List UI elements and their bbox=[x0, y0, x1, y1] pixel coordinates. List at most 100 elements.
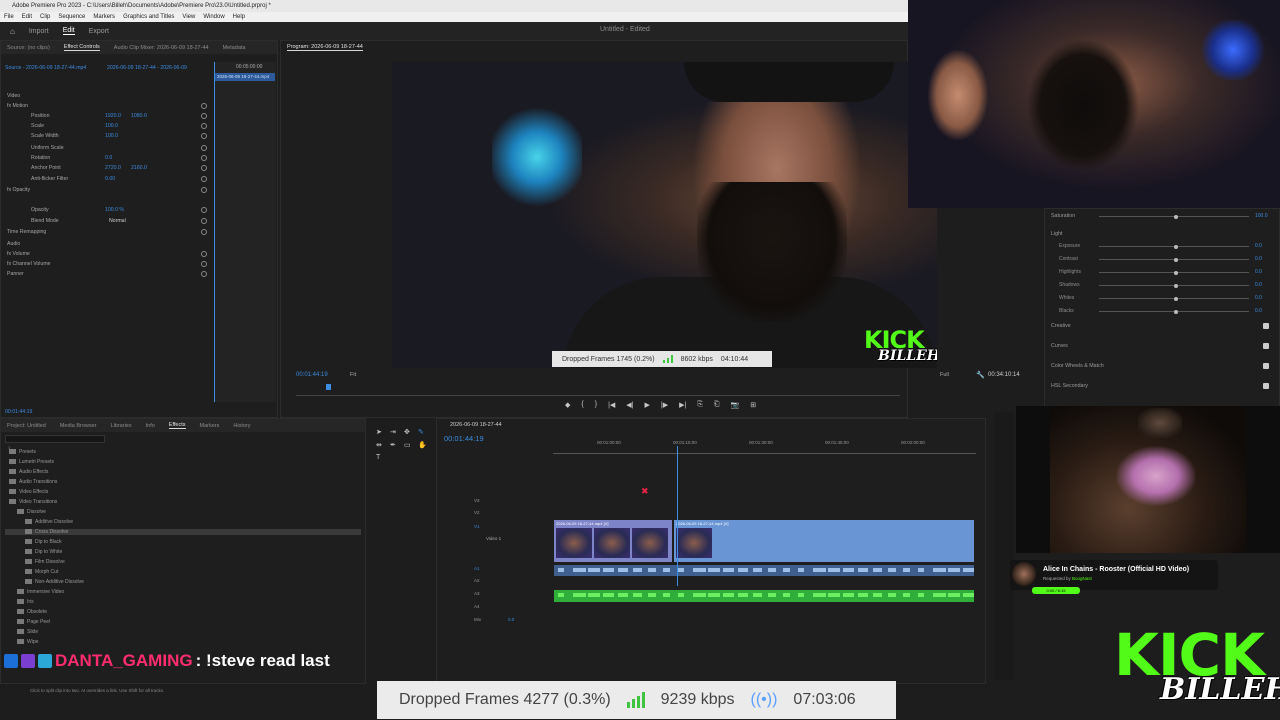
effects-tree-item[interactable]: Page Peel bbox=[17, 619, 50, 625]
effect-value[interactable]: Normal bbox=[109, 218, 126, 224]
effects-tree-item[interactable]: Lumetri Presets bbox=[9, 459, 54, 465]
slider-knob[interactable] bbox=[1174, 270, 1178, 275]
timeline-playhead[interactable] bbox=[677, 446, 678, 586]
effects-tree-item[interactable]: Audio Transitions bbox=[9, 479, 57, 485]
effect-value[interactable]: 2720.0 bbox=[105, 165, 121, 171]
effect-value[interactable]: 0.0 bbox=[105, 155, 112, 161]
project-tab[interactable]: Effects bbox=[168, 422, 186, 429]
lumetri-slider-value[interactable]: 0.0 bbox=[1255, 282, 1262, 288]
reset-icon[interactable] bbox=[201, 133, 207, 139]
lumetri-group[interactable]: Color Wheels & Match bbox=[1051, 363, 1104, 369]
audio-clip-a3[interactable] bbox=[554, 590, 974, 602]
menu-item[interactable]: File bbox=[4, 12, 14, 22]
reset-icon[interactable] bbox=[201, 145, 207, 151]
video-clip-b[interactable]: 2026-06-09 18-27-44.mp4 [V] bbox=[674, 520, 974, 562]
mix-value[interactable]: 0.0 bbox=[508, 617, 514, 622]
effects-tree-item[interactable]: Iris bbox=[17, 599, 34, 605]
effects-tree-item[interactable]: Dissolve bbox=[17, 509, 46, 515]
track-header[interactable]: A3 bbox=[440, 591, 552, 603]
effects-tree-item[interactable]: Immersive Video bbox=[17, 589, 64, 595]
effect-value[interactable]: 100.0 bbox=[105, 123, 118, 129]
effects-tree-item[interactable]: Dip to Black bbox=[25, 539, 62, 545]
resolution-dropdown[interactable]: Full bbox=[940, 372, 949, 378]
transport-button[interactable]: ⊞ bbox=[750, 401, 756, 409]
pen-tool-icon[interactable]: ✒ bbox=[390, 441, 396, 449]
tab-source[interactable]: Source: (no clips) bbox=[7, 45, 50, 51]
checkbox-icon[interactable] bbox=[1263, 343, 1269, 349]
slider-knob[interactable] bbox=[1174, 296, 1178, 301]
lumetri-group[interactable]: Creative bbox=[1051, 323, 1071, 329]
audio-clip-a1[interactable] bbox=[554, 565, 974, 576]
effect-controls-timeline[interactable] bbox=[214, 62, 276, 402]
track-select-icon[interactable]: ⇥ bbox=[390, 428, 396, 436]
razor-tool-icon[interactable]: ✎ bbox=[418, 428, 424, 436]
reset-icon[interactable] bbox=[201, 155, 207, 161]
checkbox-icon[interactable] bbox=[1263, 383, 1269, 389]
lumetri-slider[interactable] bbox=[1099, 244, 1249, 249]
lumetri-group[interactable]: Curves bbox=[1051, 343, 1068, 349]
effect-value[interactable]: 1080.0 bbox=[131, 113, 147, 119]
effects-tree-item[interactable]: Morph Cut bbox=[25, 569, 58, 575]
workspace-edit[interactable]: Edit bbox=[62, 27, 75, 35]
home-icon[interactable]: ⌂ bbox=[10, 27, 15, 36]
effect-value[interactable]: 2160.0 bbox=[131, 165, 147, 171]
lumetri-slider-value[interactable]: 0.0 bbox=[1255, 295, 1262, 301]
slider-knob[interactable] bbox=[1174, 214, 1178, 219]
effects-tree-item[interactable]: Obsolete bbox=[17, 609, 47, 615]
ec-timeline-clip[interactable]: 2026-06-09 18-27-44.mp4 bbox=[215, 73, 275, 81]
reset-icon[interactable] bbox=[201, 271, 207, 277]
project-tab[interactable]: History bbox=[233, 423, 250, 429]
clip-label[interactable]: 2026-06-09 18-27-44 - 2026-06-09 bbox=[107, 65, 187, 71]
effects-tree-item[interactable]: Film Dissolve bbox=[25, 559, 65, 565]
reset-icon[interactable] bbox=[201, 218, 207, 224]
type-tool-icon[interactable]: T bbox=[376, 454, 380, 461]
effects-tree-item[interactable]: Additive Dissolve bbox=[25, 519, 73, 525]
timeline-timecode[interactable]: 00:01:44:19 bbox=[444, 434, 484, 443]
effects-tree-item[interactable]: Dip to White bbox=[25, 549, 62, 555]
wrench-icon[interactable]: 🔧 bbox=[976, 371, 985, 379]
transport-button[interactable]: 📷 bbox=[731, 401, 740, 409]
effects-tree-item[interactable]: Video Transitions bbox=[9, 499, 57, 505]
effects-tree-item[interactable]: Audio Effects bbox=[9, 469, 48, 475]
transport-button[interactable]: |▶ bbox=[661, 401, 668, 409]
lumetri-group[interactable]: HSL Secondary bbox=[1051, 383, 1088, 389]
menu-item[interactable]: Clip bbox=[40, 12, 50, 22]
ripple-edit-icon[interactable]: ✥ bbox=[404, 428, 410, 436]
menu-item[interactable]: Edit bbox=[22, 12, 32, 22]
transport-button[interactable]: ◆ bbox=[565, 401, 570, 409]
menu-item[interactable]: Markers bbox=[93, 12, 115, 22]
marker-icon[interactable]: ✖ bbox=[641, 486, 649, 497]
lumetri-slider[interactable] bbox=[1099, 296, 1249, 301]
tab-audio-clip-mixer[interactable]: Audio Clip Mixer: 2026-06-09 18-27-44 bbox=[114, 45, 209, 51]
transport-button[interactable]: |◀ bbox=[608, 401, 615, 409]
program-timecode[interactable]: 00:01:44:19 bbox=[296, 372, 328, 378]
program-scrub-bar[interactable] bbox=[296, 384, 900, 396]
saturation-slider[interactable] bbox=[1099, 214, 1249, 219]
track-header[interactable]: A4 bbox=[440, 604, 552, 616]
effects-tree-item[interactable]: Slide bbox=[17, 629, 38, 635]
track-header[interactable]: A2 bbox=[440, 578, 552, 590]
video-clip-a[interactable]: 2026-06-09 18-27-44.mp4 [V] bbox=[554, 520, 672, 562]
project-tab[interactable]: Media Browser bbox=[60, 423, 97, 429]
menu-item[interactable]: Window bbox=[203, 12, 224, 22]
effects-search-input[interactable]: ⌕ bbox=[5, 435, 105, 451]
lumetri-slider-value[interactable]: 0.0 bbox=[1255, 308, 1262, 314]
transport-button[interactable]: ⎘ bbox=[697, 401, 703, 409]
slider-knob[interactable] bbox=[1174, 283, 1178, 288]
tab-metadata[interactable]: Metadata bbox=[223, 45, 246, 51]
sequence-tab[interactable]: 2026-06-09 18-27-44 bbox=[450, 422, 502, 428]
reset-icon[interactable] bbox=[201, 261, 207, 267]
menu-item[interactable]: Sequence bbox=[58, 12, 85, 22]
reset-icon[interactable] bbox=[201, 113, 207, 119]
track-header[interactable]: V3 bbox=[440, 498, 552, 510]
effects-tree-item[interactable]: Wipe bbox=[17, 639, 38, 645]
track-header[interactable]: Mix bbox=[440, 617, 552, 629]
project-tab[interactable]: Info bbox=[146, 423, 155, 429]
saturation-value[interactable]: 100.0 bbox=[1255, 213, 1268, 219]
transport-button[interactable]: ⎗ bbox=[714, 401, 720, 409]
effect-value[interactable]: 100.0 % bbox=[105, 207, 124, 213]
transport-button[interactable]: ◀| bbox=[626, 401, 633, 409]
project-tab[interactable]: Libraries bbox=[111, 423, 132, 429]
reset-icon[interactable] bbox=[201, 176, 207, 182]
workspace-import[interactable]: Import bbox=[29, 28, 49, 35]
